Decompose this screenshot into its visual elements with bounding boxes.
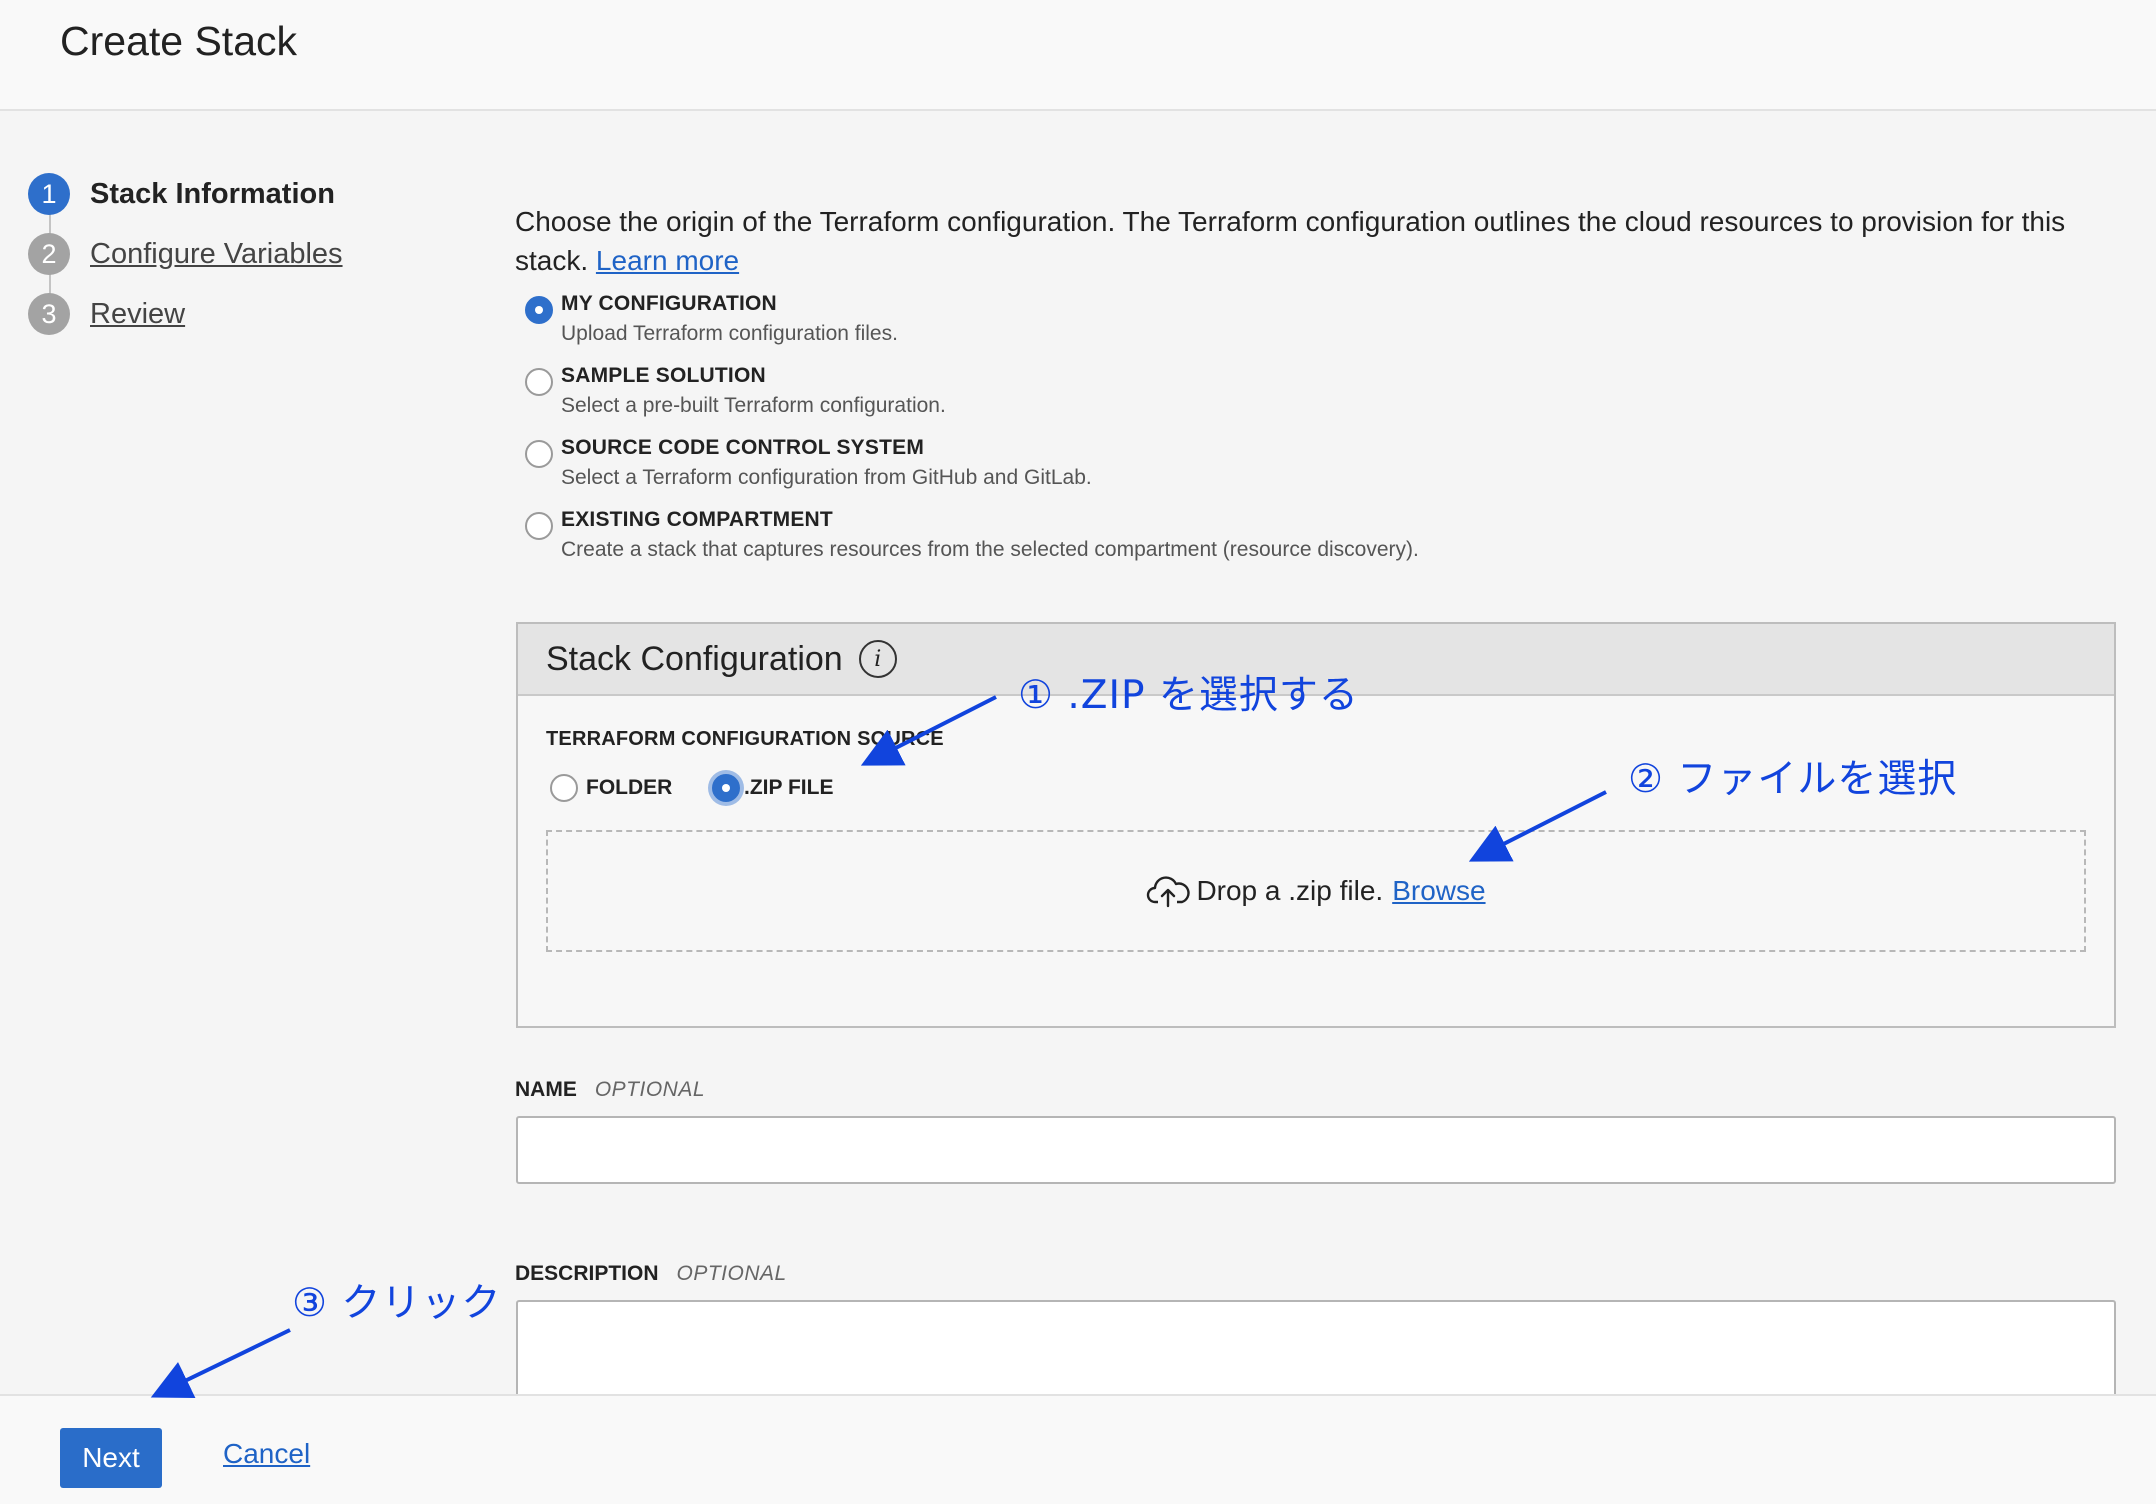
source-label: TERRAFORM CONFIGURATION SOURCE bbox=[546, 728, 944, 750]
zip-drop-zone[interactable]: Drop a .zip file. Browse bbox=[546, 830, 2086, 952]
name-input[interactable] bbox=[516, 1116, 2116, 1184]
arrow-3 bbox=[150, 1328, 291, 1399]
intro-text: Choose the origin of the Terraform confi… bbox=[515, 202, 2115, 280]
option-label: .ZIP FILE bbox=[744, 776, 834, 799]
option-title: SOURCE CODE CONTROL SYSTEM bbox=[561, 436, 925, 459]
name-label-text: NAME bbox=[515, 1078, 577, 1101]
step-label: Stack Information bbox=[90, 177, 335, 210]
radio-button[interactable] bbox=[525, 512, 553, 540]
source-option-zip-file[interactable]: .ZIP FILE bbox=[712, 774, 833, 802]
footer-bar: Next Cancel bbox=[0, 1394, 2156, 1504]
option-description: Create a stack that captures resources f… bbox=[561, 538, 1419, 561]
info-icon[interactable]: i bbox=[858, 640, 897, 678]
option-title: EXISTING COMPARTMENT bbox=[561, 508, 833, 531]
description-label-text: DESCRIPTION bbox=[515, 1262, 659, 1285]
option-title: MY CONFIGURATION bbox=[561, 292, 777, 315]
radio-button[interactable] bbox=[525, 368, 553, 396]
option-description: Select a Terraform configuration from Gi… bbox=[561, 466, 1092, 489]
step-number: 1 bbox=[28, 173, 70, 215]
drop-text: Drop a .zip file. bbox=[1196, 875, 1384, 906]
annotation-step-2: ② ファイルを選択 bbox=[1628, 757, 1958, 802]
step-stack-information[interactable]: 1 Stack Information bbox=[28, 172, 335, 216]
step-number: 3 bbox=[28, 293, 70, 335]
next-button[interactable]: Next bbox=[60, 1428, 162, 1488]
step-label: Review bbox=[90, 297, 186, 330]
option-label: FOLDER bbox=[586, 776, 673, 799]
description-label: DESCRIPTION OPTIONAL bbox=[515, 1262, 787, 1286]
radio-button[interactable] bbox=[712, 774, 740, 802]
cloud-upload-icon bbox=[1147, 876, 1191, 908]
learn-more-link[interactable]: Learn more bbox=[596, 245, 739, 276]
source-option-folder[interactable]: FOLDER bbox=[550, 774, 672, 802]
name-label: NAME OPTIONAL bbox=[515, 1078, 705, 1102]
radio-button[interactable] bbox=[525, 296, 553, 324]
cancel-link[interactable]: Cancel bbox=[223, 1438, 310, 1470]
page-header: Create Stack bbox=[0, 0, 2156, 111]
option-description: Upload Terraform configuration files. bbox=[561, 322, 898, 345]
annotation-step-1: ① .ZIP を選択する bbox=[1018, 673, 1359, 718]
option-title: SAMPLE SOLUTION bbox=[561, 364, 766, 387]
optional-tag: OPTIONAL bbox=[676, 1262, 787, 1285]
option-description: Select a pre-built Terraform configurati… bbox=[561, 394, 946, 417]
annotation-step-3: ③ クリック bbox=[292, 1281, 502, 1326]
panel-title: Stack Configuration bbox=[546, 639, 843, 678]
radio-button[interactable] bbox=[525, 440, 553, 468]
browse-link[interactable]: Browse bbox=[1392, 875, 1485, 907]
step-configure-variables[interactable]: 2 Configure Variables bbox=[28, 232, 343, 276]
radio-button[interactable] bbox=[550, 774, 578, 802]
optional-tag: OPTIONAL bbox=[594, 1078, 706, 1101]
step-number: 2 bbox=[28, 233, 70, 275]
page-title: Create Stack bbox=[60, 18, 297, 64]
step-review[interactable]: 3 Review bbox=[28, 292, 185, 336]
step-label: Configure Variables bbox=[90, 237, 343, 270]
intro-description: Choose the origin of the Terraform confi… bbox=[515, 206, 2066, 276]
